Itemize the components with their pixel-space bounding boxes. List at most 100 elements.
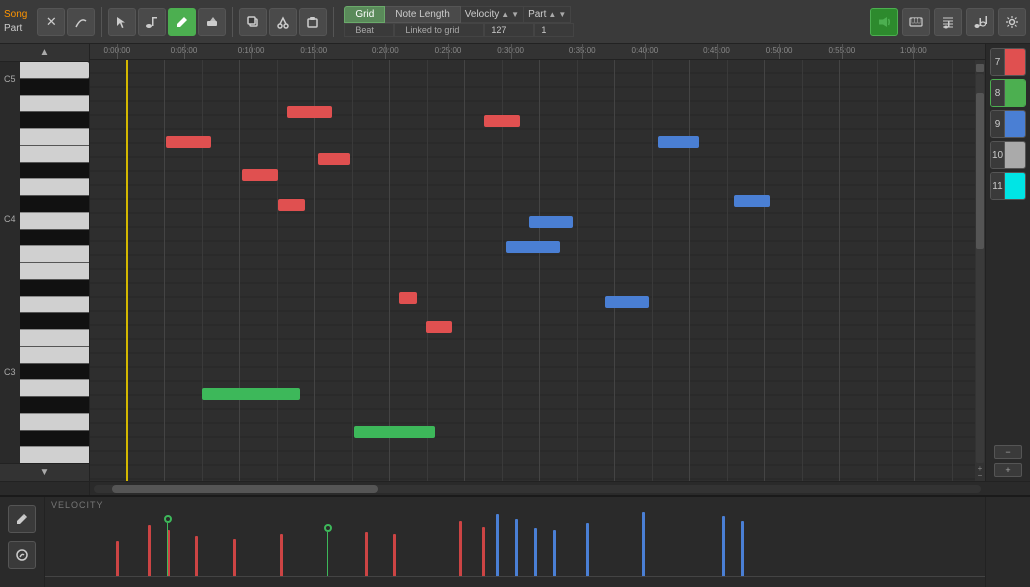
- note-r1[interactable]: [166, 136, 211, 148]
- piano-key-white[interactable]: [20, 380, 89, 397]
- cut-button[interactable]: [269, 8, 297, 36]
- note-r7[interactable]: [426, 321, 453, 333]
- pencil-vel-button[interactable]: [8, 505, 36, 533]
- piano-down-arrow[interactable]: ▼: [40, 467, 50, 478]
- vel-bar-b8[interactable]: [741, 521, 744, 577]
- piano-key-black[interactable]: [20, 230, 89, 247]
- pencil-tool-button[interactable]: [168, 8, 196, 36]
- notation-button[interactable]: [934, 8, 962, 36]
- note-g2[interactable]: [354, 426, 435, 438]
- vel-bar-r10[interactable]: [482, 527, 485, 577]
- note-b5[interactable]: [734, 195, 770, 207]
- vel-bar-r1[interactable]: [116, 541, 119, 577]
- vel-bar-b7[interactable]: [722, 516, 725, 577]
- piano-key-black[interactable]: [20, 112, 89, 129]
- note-r4[interactable]: [318, 153, 349, 165]
- piano-key-white[interactable]: [20, 213, 89, 230]
- eraser-tool-button[interactable]: [198, 8, 226, 36]
- note-tool-button[interactable]: [138, 8, 166, 36]
- paste-button[interactable]: [299, 8, 327, 36]
- note-r8[interactable]: [484, 115, 520, 127]
- piano-key-white[interactable]: [20, 447, 89, 463]
- piano-key-white[interactable]: [20, 330, 89, 347]
- note-b2[interactable]: [506, 241, 560, 253]
- piano-key-white[interactable]: [20, 146, 89, 163]
- scroll-down-area[interactable]: + −: [976, 465, 984, 479]
- velocity-up-arrow[interactable]: ▲: [501, 10, 509, 19]
- note-r5[interactable]: [278, 199, 305, 211]
- vel-bar-b5[interactable]: [586, 523, 589, 577]
- note-r6[interactable]: [399, 292, 417, 304]
- note-r3[interactable]: [242, 169, 278, 181]
- select-tool-button[interactable]: [108, 8, 136, 36]
- piano-key-black[interactable]: [20, 196, 89, 213]
- grid-area[interactable]: [90, 60, 985, 481]
- piano-key-white[interactable]: [20, 414, 89, 431]
- part-up-arrow[interactable]: ▲: [548, 10, 556, 19]
- vel-bar-b3[interactable]: [534, 528, 537, 578]
- piano-key-white[interactable]: [20, 96, 89, 113]
- right-scroll-up[interactable]: −: [994, 445, 1022, 459]
- channel-10-btn[interactable]: 10: [990, 141, 1026, 169]
- scroll-up-btn[interactable]: [976, 64, 984, 72]
- h-scrollbar-thumb[interactable]: [112, 485, 378, 493]
- channel-9-btn[interactable]: 9: [990, 110, 1026, 138]
- piano-key-white[interactable]: [20, 263, 89, 280]
- piano-key-black[interactable]: [20, 280, 89, 297]
- note-b1[interactable]: [529, 216, 574, 228]
- speaker-button[interactable]: [870, 8, 898, 36]
- note-length-tab[interactable]: Note Length: [385, 6, 461, 23]
- contract-btn[interactable]: −: [976, 472, 984, 479]
- note-b4[interactable]: [605, 296, 650, 308]
- curve-button[interactable]: [67, 8, 95, 36]
- piano-key-black[interactable]: [20, 431, 89, 448]
- vel-bar-r4[interactable]: [195, 536, 198, 577]
- scroll-thumb[interactable]: [976, 93, 984, 249]
- piano-key-black[interactable]: [20, 79, 89, 96]
- close-button[interactable]: ✕: [37, 8, 65, 36]
- note-g1[interactable]: [202, 388, 300, 400]
- curve-vel-button[interactable]: [8, 541, 36, 569]
- piano-key-white[interactable]: [20, 246, 89, 263]
- vel-bar-b2[interactable]: [515, 519, 518, 578]
- piano-key-white[interactable]: [20, 179, 89, 196]
- grid-tab[interactable]: Grid: [344, 6, 385, 23]
- piano-key-black[interactable]: [20, 313, 89, 330]
- channel-11-btn[interactable]: 11: [990, 172, 1026, 200]
- vel-bar-r5[interactable]: [233, 539, 236, 577]
- vel-bar-r7[interactable]: [365, 532, 368, 577]
- vel-bar-r6[interactable]: [280, 534, 283, 577]
- vel-bar-b4[interactable]: [553, 530, 556, 577]
- note-b3[interactable]: [658, 136, 698, 148]
- vertical-scrollbar[interactable]: + −: [975, 60, 985, 481]
- piano-button[interactable]: [902, 8, 930, 36]
- vel-bar-r2[interactable]: [148, 525, 151, 577]
- channel-7-btn[interactable]: 7: [990, 48, 1026, 76]
- vel-dot-g2[interactable]: [324, 524, 332, 532]
- piano-key-black[interactable]: [20, 397, 89, 414]
- piano-key-white[interactable]: [20, 347, 89, 364]
- channel-8-btn[interactable]: 8: [990, 79, 1026, 107]
- vel-bar-b1[interactable]: [496, 514, 499, 577]
- h-scrollbar-track[interactable]: [94, 485, 981, 493]
- settings-button[interactable]: [998, 8, 1026, 36]
- piano-roll[interactable]: 0:00:00 0:05:00 0:10:00 0:15:00 0:20:00 …: [90, 44, 985, 481]
- part-down-arrow[interactable]: ▼: [558, 10, 566, 19]
- note-r2[interactable]: [287, 106, 332, 118]
- velocity-down-arrow[interactable]: ▼: [511, 10, 519, 19]
- piano-key-white[interactable]: [20, 62, 89, 79]
- vel-bar-r8[interactable]: [393, 534, 396, 577]
- vel-bar-b6[interactable]: [642, 512, 645, 577]
- piano-key-white[interactable]: [20, 129, 89, 146]
- piano-key-black[interactable]: [20, 163, 89, 180]
- vel-line-g1[interactable]: [167, 523, 168, 577]
- piano-up-arrow[interactable]: ▲: [40, 47, 50, 58]
- vel-line-g2[interactable]: [327, 532, 328, 577]
- vel-dot-g1[interactable]: [164, 515, 172, 523]
- piano-key-white[interactable]: [20, 297, 89, 314]
- vel-bar-r9[interactable]: [459, 521, 462, 577]
- piano-key-black[interactable]: [20, 364, 89, 381]
- right-scroll-down[interactable]: +: [994, 463, 1022, 477]
- scroll-track[interactable]: [976, 74, 984, 463]
- note2-button[interactable]: [966, 8, 994, 36]
